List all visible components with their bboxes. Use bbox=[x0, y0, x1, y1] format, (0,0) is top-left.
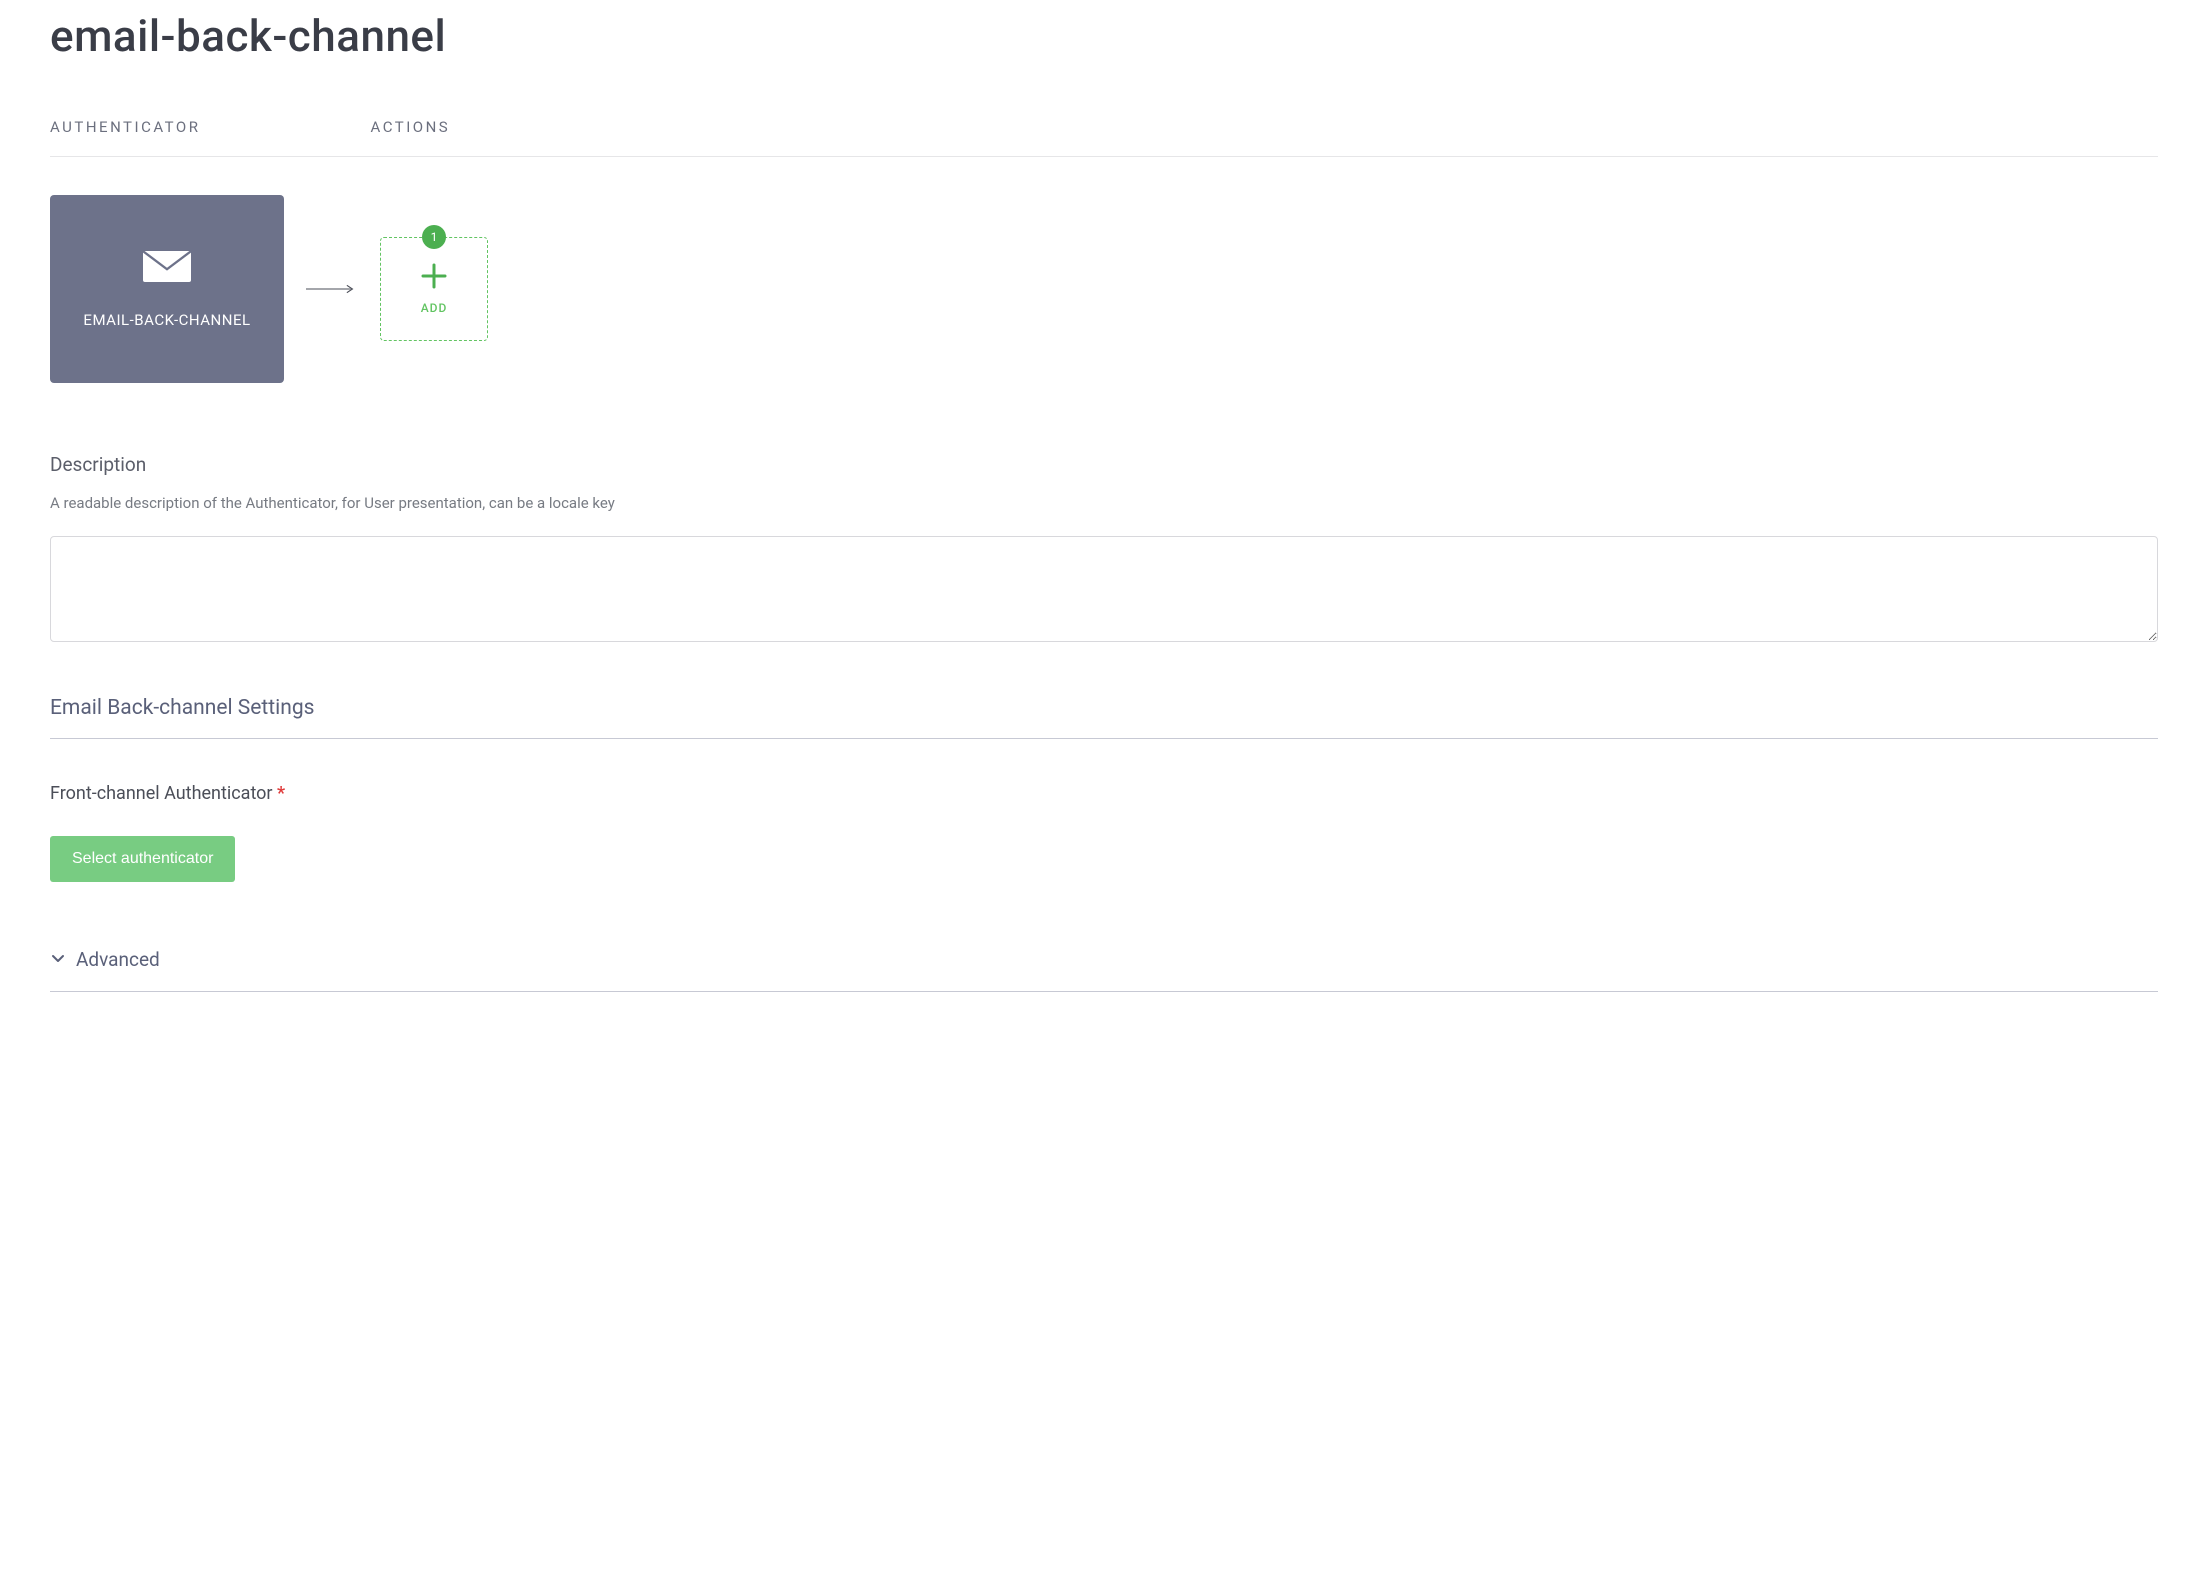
chevron-down-icon bbox=[50, 950, 66, 970]
plus-icon bbox=[421, 263, 447, 293]
front-channel-label: Front-channel Authenticator bbox=[50, 783, 273, 804]
add-badge: 1 bbox=[422, 225, 446, 249]
add-node-label: ADD bbox=[421, 301, 448, 315]
advanced-label: Advanced bbox=[76, 948, 160, 971]
add-node-button[interactable]: ADD bbox=[380, 237, 488, 341]
authenticator-node-label: EMAIL-BACK-CHANNEL bbox=[83, 311, 250, 329]
front-channel-label-row: Front-channel Authenticator * bbox=[50, 783, 2158, 804]
select-authenticator-button[interactable]: Select authenticator bbox=[50, 836, 235, 882]
description-help: A readable description of the Authentica… bbox=[50, 494, 2158, 512]
advanced-toggle[interactable]: Advanced bbox=[50, 948, 2158, 992]
tabs-bar: Authenticator Actions bbox=[50, 118, 2158, 157]
authenticator-node[interactable]: EMAIL-BACK-CHANNEL bbox=[50, 195, 284, 383]
page-title: email-back-channel bbox=[50, 10, 2158, 62]
required-star: * bbox=[277, 783, 285, 804]
flow-row: EMAIL-BACK-CHANNEL 1 ADD bbox=[50, 195, 2158, 383]
arrow-icon bbox=[306, 288, 358, 290]
add-node-holder: 1 ADD bbox=[380, 237, 488, 341]
tab-actions[interactable]: Actions bbox=[371, 118, 451, 136]
description-input[interactable] bbox=[50, 536, 2158, 642]
settings-section-title: Email Back-channel Settings bbox=[50, 696, 2158, 739]
envelope-icon bbox=[142, 250, 192, 287]
tab-authenticator[interactable]: Authenticator bbox=[50, 118, 201, 136]
description-block: Description A readable description of th… bbox=[50, 453, 2158, 646]
description-label: Description bbox=[50, 453, 2158, 476]
